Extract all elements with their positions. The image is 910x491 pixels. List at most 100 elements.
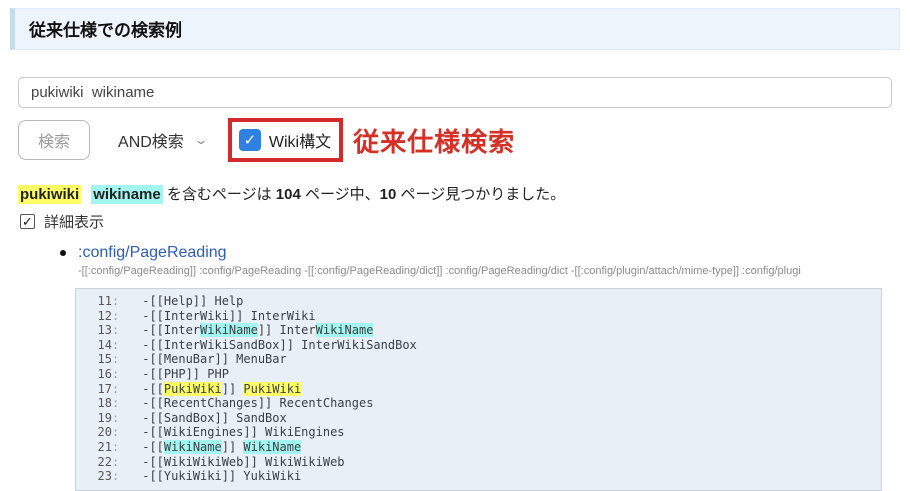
- code-text: -[[RecentChanges]] RecentChanges: [142, 396, 373, 410]
- line-number-colon: :: [112, 440, 119, 455]
- code-line: 18: -[[RecentChanges]] RecentChanges: [76, 396, 881, 411]
- code-text: -[[InterWiki]] InterWiki: [142, 309, 315, 323]
- search-input[interactable]: [18, 77, 892, 108]
- code-text: -[[MenuBar]] MenuBar: [142, 352, 287, 366]
- code-line: 17:-[[PukiWiki]] PukiWiki: [76, 382, 881, 397]
- code-text: -[[PHP]] PHP: [142, 367, 229, 381]
- line-number: 12: [76, 309, 112, 324]
- code-line: 19: -[[SandBox]] SandBox: [76, 411, 881, 426]
- line-number: 19: [76, 411, 112, 426]
- highlighted-term-1: pukiwiki: [18, 185, 81, 204]
- code-line: 23: -[[YukiWiki]] YukiWiki: [76, 469, 881, 484]
- page-link[interactable]: :config/PageReading: [78, 244, 227, 262]
- annotation-text: 従来仕様検索: [353, 122, 515, 159]
- line-number: 15: [76, 352, 112, 367]
- result-text-2: ページ中、: [301, 186, 380, 203]
- highlighted-match: PukiWiki: [164, 382, 222, 396]
- line-content: -[[InterWiki]] InterWiki: [142, 309, 315, 324]
- line-number-colon: :: [112, 396, 119, 411]
- line-number: 22: [76, 455, 112, 470]
- line-number-colon: :: [112, 455, 119, 470]
- highlighted-match: PukiWiki: [243, 382, 301, 396]
- line-number-colon: :: [112, 425, 119, 440]
- bullet-icon: [60, 250, 66, 256]
- line-content: -[[RecentChanges]] RecentChanges: [142, 396, 373, 411]
- code-text: -[[: [142, 382, 164, 396]
- detail-display-checkbox[interactable]: ✓: [20, 214, 35, 229]
- list-item: :config/PageReading: [60, 244, 910, 262]
- highlighted-match: WikiName: [200, 323, 258, 337]
- code-block: 11: -[[Help]] Help 12: -[[InterWiki]] Inter…: [75, 288, 882, 491]
- line-number-colon: :: [112, 323, 119, 338]
- code-text: -[[InterWikiSandBox]] InterWikiSandBox: [142, 338, 417, 352]
- code-text: -[[YukiWiki]] YukiWiki: [142, 469, 301, 483]
- line-content: -[[MenuBar]] MenuBar: [142, 352, 287, 367]
- code-line: 11: -[[Help]] Help: [76, 294, 881, 309]
- search-result-message: pukiwiki wikiname を含むページは 104 ページ中、10 ページ…: [18, 183, 910, 204]
- line-content: -[[Help]] Help: [142, 294, 243, 309]
- line-content: -[[YukiWiki]] YukiWiki: [142, 469, 301, 484]
- line-number-colon: :: [112, 352, 119, 367]
- line-number: 13: [76, 323, 112, 338]
- code-line: 12: -[[InterWiki]] InterWiki: [76, 309, 881, 324]
- total-pages-count: 104: [276, 186, 301, 203]
- code-line: 22: -[[WikiWikiWeb]] WikiWikiWeb: [76, 455, 881, 470]
- code-line: 13: -[[InterWikiName]] InterWikiName: [76, 323, 881, 338]
- detail-display-row: ✓ 詳細表示: [20, 211, 910, 232]
- line-number: 16: [76, 367, 112, 382]
- code-line: 16: -[[PHP]] PHP: [76, 367, 881, 382]
- highlighted-term-2: wikiname: [91, 185, 163, 204]
- line-content: -[[InterWikiSandBox]] InterWikiSandBox: [142, 338, 417, 353]
- line-number: 18: [76, 396, 112, 411]
- code-text: ]]: [222, 382, 244, 396]
- wiki-syntax-label: Wiki構文: [269, 128, 331, 152]
- result-text-1: を含むページは: [163, 186, 276, 203]
- result-text-3: ページ見つかりました。: [396, 186, 565, 203]
- line-number-colon: :: [112, 294, 119, 309]
- line-number-colon: :: [112, 469, 119, 484]
- search-mode-value: AND検索: [118, 128, 184, 152]
- code-text: -[[: [142, 440, 164, 454]
- highlighted-match: WikiName: [164, 440, 222, 454]
- line-content: -[[SandBox]] SandBox: [142, 411, 287, 426]
- line-content: -[[WikiName]] WikiName: [142, 440, 301, 455]
- code-text: ]] Inter: [258, 323, 316, 337]
- page-title: 従来仕様での検索例: [10, 8, 900, 50]
- code-line: 14: -[[InterWikiSandBox]] InterWikiSandBo…: [76, 338, 881, 353]
- match-preview-text: -[[:config/PageReading]] :config/PageRea…: [78, 265, 910, 277]
- search-button[interactable]: 検索: [18, 120, 90, 160]
- code-line: 15: -[[MenuBar]] MenuBar: [76, 352, 881, 367]
- line-number-colon: :: [112, 367, 119, 382]
- wiki-syntax-highlight-box: ✓ Wiki構文: [228, 118, 343, 162]
- line-content: -[[WikiEngines]] WikiEngines: [142, 425, 344, 440]
- line-number: 17: [76, 382, 112, 397]
- line-number-colon: :: [112, 338, 119, 353]
- code-text: -[[Inter: [142, 323, 200, 337]
- search-mode-select[interactable]: AND検索 ⌄: [112, 121, 212, 159]
- code-text: -[[SandBox]] SandBox: [142, 411, 287, 425]
- search-controls: 検索 AND検索 ⌄ ✓ Wiki構文 従来仕様検索: [18, 118, 910, 162]
- code-text: -[[WikiWikiWeb]] WikiWikiWeb: [142, 455, 344, 469]
- found-pages-count: 10: [380, 186, 397, 203]
- code-text: -[[WikiEngines]] WikiEngines: [142, 425, 344, 439]
- line-content: -[[WikiWikiWeb]] WikiWikiWeb: [142, 455, 344, 470]
- code-line: 21:-[[WikiName]] WikiName: [76, 440, 881, 455]
- line-number-colon: :: [112, 382, 119, 397]
- line-number-colon: :: [112, 309, 119, 324]
- chevron-down-icon: ⌄: [194, 133, 208, 147]
- highlighted-match: WikiName: [243, 440, 301, 454]
- code-line: 20: -[[WikiEngines]] WikiEngines: [76, 425, 881, 440]
- wiki-syntax-checkbox[interactable]: ✓: [239, 129, 261, 151]
- code-text: ]]: [222, 440, 244, 454]
- line-content: -[[PHP]] PHP: [142, 367, 229, 382]
- line-number: 21: [76, 440, 112, 455]
- line-number: 11: [76, 294, 112, 309]
- line-number-colon: :: [112, 411, 119, 426]
- line-content: -[[InterWikiName]] InterWikiName: [142, 323, 373, 338]
- line-number: 20: [76, 425, 112, 440]
- line-content: -[[PukiWiki]] PukiWiki: [142, 382, 301, 397]
- code-text: -[[Help]] Help: [142, 294, 243, 308]
- result-list: :config/PageReading -[[:config/PageReadi…: [0, 244, 910, 277]
- line-number: 23: [76, 469, 112, 484]
- line-number: 14: [76, 338, 112, 353]
